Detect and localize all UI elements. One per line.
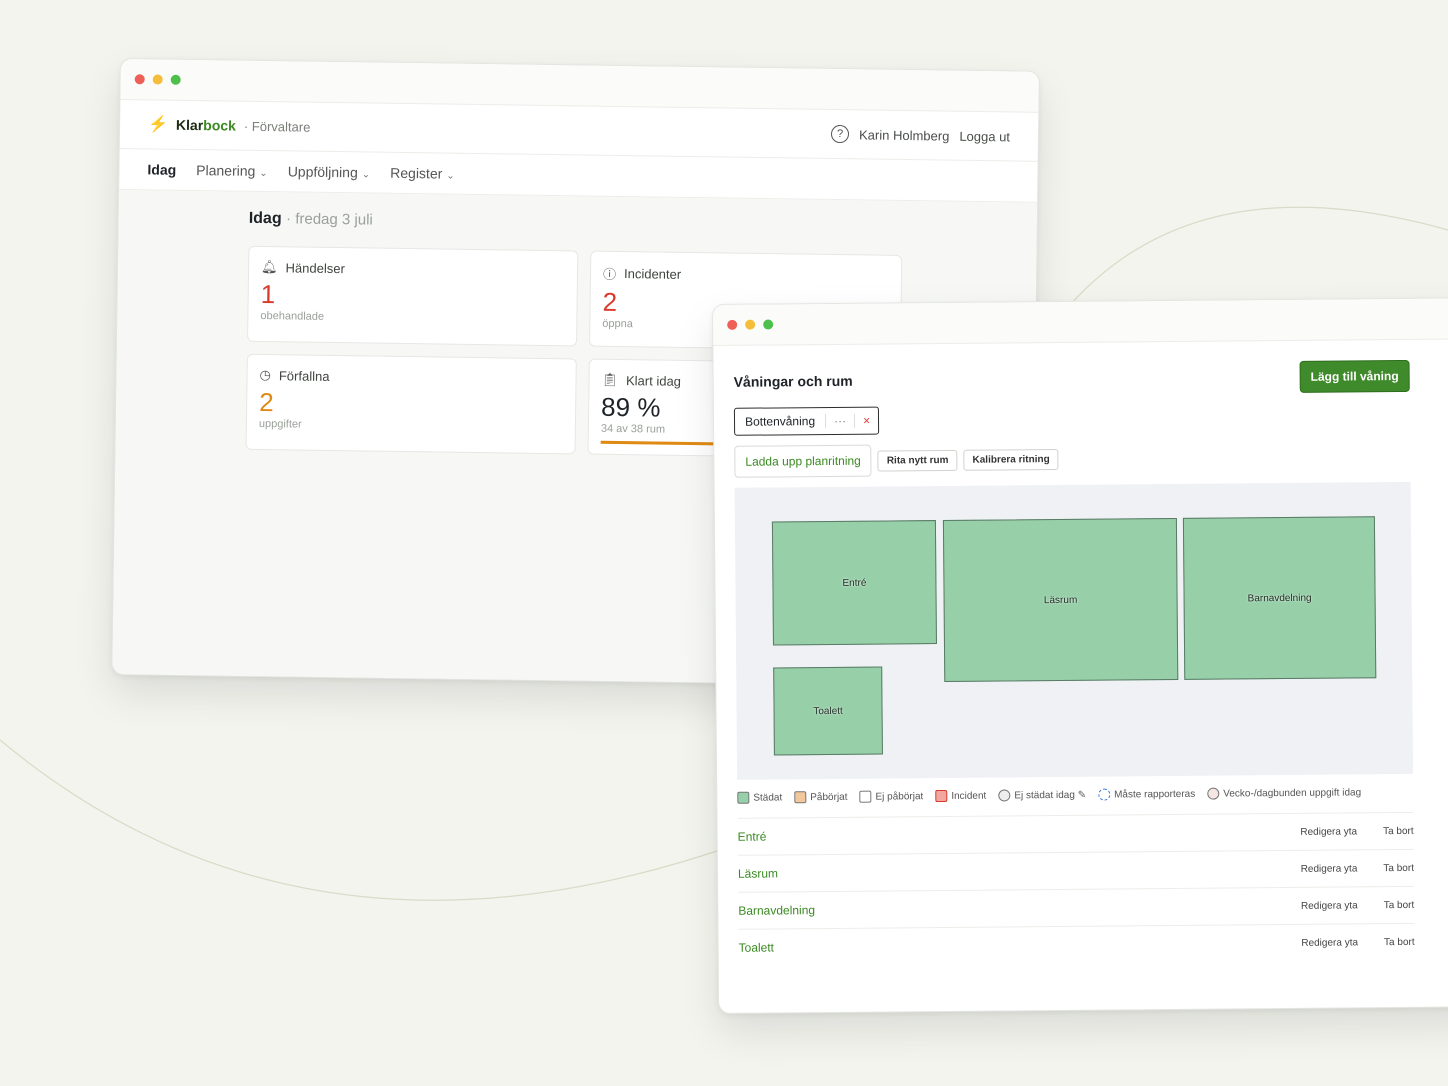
status-legend: Städat Påbörjat Ej påbörjat Incident Ej … (737, 786, 1413, 804)
legend-cleaned: Städat (737, 791, 782, 804)
calibrate-plan-button[interactable]: Kalibrera ritning (963, 448, 1059, 471)
room-name-link[interactable]: Läsrum (738, 866, 778, 880)
draw-room-button[interactable]: Rita nytt rum (877, 449, 958, 472)
minimize-window-icon[interactable] (152, 74, 163, 85)
floor-name[interactable]: Bottenvåning (735, 414, 825, 429)
logout-link[interactable]: Logga ut (959, 128, 1010, 144)
brand-name: Klarbock (175, 116, 237, 134)
user-area: ? Karin Holmberg Logga ut (830, 124, 1010, 145)
edit-area-button[interactable]: Redigera yta (1301, 863, 1358, 874)
bell-icon: 🔔︎ (260, 258, 278, 275)
legend-not-cleaned-today: Ej städat idag ✎ (998, 789, 1086, 802)
nav-followup[interactable]: Uppföljning ⌄ (288, 163, 371, 180)
close-window-icon[interactable] (727, 319, 738, 330)
edit-area-button[interactable]: Redigera yta (1301, 937, 1358, 948)
help-icon[interactable]: ? (830, 124, 850, 144)
room-toalett[interactable]: Toalett (773, 666, 883, 756)
info-circle-icon: ⓘ (602, 266, 617, 282)
incident-swatch-icon (935, 789, 948, 803)
window-titlebar (713, 298, 1448, 346)
floor-delete-icon[interactable]: × (854, 413, 879, 428)
done-today-label: Klart idag (625, 372, 682, 389)
events-label: Händelser (285, 259, 345, 276)
remove-room-button[interactable]: Ta bort (1383, 862, 1414, 873)
incidents-label: Incidenter (623, 266, 682, 282)
overdue-value: 2 (259, 386, 274, 418)
legend-must-report: Måste rapporteras (1098, 788, 1195, 801)
floor-plan-canvas[interactable]: Entré Läsrum Barnavdelning Toalett (734, 481, 1414, 780)
lightning-logo-icon: ⚡ (147, 116, 169, 134)
chevron-down-icon: ⌄ (361, 169, 371, 181)
floor-options-icon[interactable]: ··· (825, 413, 855, 429)
legend-not-started: Ej påbörjat (859, 790, 923, 803)
brand-role: · Förvaltare (243, 118, 311, 135)
user-name: Karin Holmberg (858, 126, 950, 144)
cleaned-swatch-icon (737, 791, 750, 804)
clock-swatch-icon (1207, 787, 1220, 800)
remove-room-button[interactable]: Ta bort (1384, 899, 1415, 910)
nav-today[interactable]: Idag (147, 161, 176, 177)
legend-incident: Incident (935, 789, 986, 803)
floors-header: Våningar och rum Lägg till våning (733, 359, 1410, 398)
list-item: Läsrum Redigera yta Ta bort (737, 848, 1415, 892)
upload-plan-button[interactable]: Ladda upp planritning (734, 444, 872, 478)
room-list: Entré Redigera yta Ta bort Läsrum Rediger… (737, 811, 1415, 966)
started-swatch-icon (794, 791, 807, 804)
events-card[interactable]: 🔔︎ Händelser 1 obehandlade (247, 245, 579, 347)
overdue-label: Förfallna (278, 367, 330, 384)
overdue-card[interactable]: ◷ Förfallna 2 uppgifter (245, 353, 577, 455)
legend-started: Påbörjat (794, 791, 848, 804)
remove-room-button[interactable]: Ta bort (1384, 936, 1415, 947)
room-name-link[interactable]: Barnavdelning (738, 903, 815, 918)
room-barnavdelning[interactable]: Barnavdelning (1182, 516, 1377, 680)
clock-icon: ◷ (259, 366, 272, 383)
list-item: Barnavdelning Redigera yta Ta bort (738, 885, 1415, 929)
list-item: Entré Redigera yta Ta bort (737, 811, 1414, 855)
events-value: 1 (260, 278, 276, 310)
must-report-swatch-icon (1098, 788, 1111, 801)
legend-recurring: Vecko-/dagbunden uppgift idag (1207, 786, 1361, 800)
floor-tab-bottenvaning[interactable]: Bottenvåning ··· × (733, 406, 880, 436)
list-item: Toalett Redigera yta Ta bort (738, 922, 1415, 966)
add-floor-button[interactable]: Lägg till våning (1299, 359, 1410, 393)
maximize-window-icon[interactable] (763, 319, 774, 330)
room-lasrum[interactable]: Läsrum (942, 517, 1179, 682)
nav-planning[interactable]: Planering ⌄ (196, 162, 268, 179)
not-cleaned-swatch-icon (998, 789, 1011, 802)
minimize-window-icon[interactable] (745, 319, 756, 330)
brand[interactable]: ⚡ Klarbock · Förvaltare (148, 114, 311, 136)
floors-title: Våningar och rum (733, 372, 853, 390)
room-name-link[interactable]: Toalett (739, 940, 774, 954)
room-name-link[interactable]: Entré (738, 830, 767, 844)
page-title: Idag · fredag 3 juli (248, 209, 373, 229)
floors-content: Våningar och rum Lägg till våning Botten… (713, 339, 1448, 986)
close-window-icon[interactable] (134, 74, 145, 85)
chevron-down-icon: ⌄ (446, 170, 455, 182)
plan-toolbar: Ladda upp planritning Rita nytt rum Kali… (734, 440, 1448, 478)
clipboard-check-icon: 📋︎ (601, 371, 619, 387)
room-entre[interactable]: Entré (771, 520, 937, 646)
not-started-swatch-icon (859, 790, 872, 803)
edit-area-button[interactable]: Redigera yta (1301, 900, 1358, 911)
chevron-down-icon: ⌄ (259, 167, 268, 180)
nav-register[interactable]: Register ⌄ (390, 165, 455, 182)
maximize-window-icon[interactable] (170, 74, 181, 85)
edit-area-button[interactable]: Redigera yta (1300, 826, 1357, 837)
floors-window: Våningar och rum Lägg till våning Botten… (712, 297, 1448, 1014)
remove-room-button[interactable]: Ta bort (1383, 825, 1414, 836)
